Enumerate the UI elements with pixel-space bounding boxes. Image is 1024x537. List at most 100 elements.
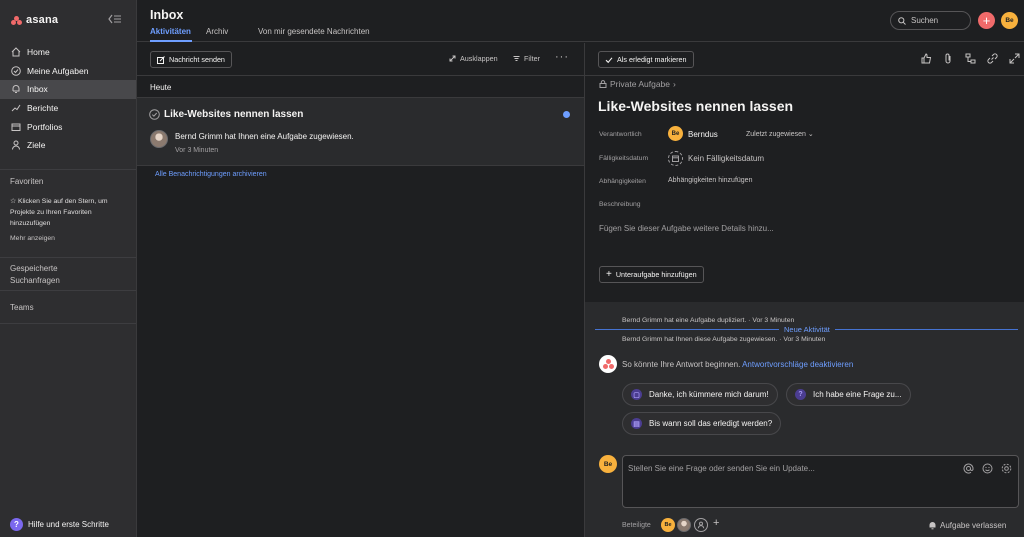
asana-logo[interactable]: asana	[11, 14, 58, 26]
app-root: asana Home Meine Aufgaben Inbox Berichte	[0, 0, 1024, 537]
lock-icon	[599, 80, 607, 88]
archive-all-link[interactable]: Alle Benachrichtigungen archivieren	[155, 171, 267, 178]
search-input[interactable]: Suchen	[890, 11, 971, 30]
filter-label: Filter	[524, 54, 540, 63]
subtask-icon[interactable]	[965, 53, 976, 64]
task-actions	[921, 53, 1020, 64]
page-title: Inbox	[150, 8, 184, 22]
mark-complete-label: Als erledigt markieren	[617, 55, 687, 64]
add-subtask-label: Unteraufgabe hinzufügen	[615, 270, 697, 279]
sidebar-divider	[0, 290, 136, 291]
sidebar-item-goals[interactable]: Ziele	[0, 136, 136, 155]
reply-suggestion-chip[interactable]: ▢ Danke, ich kümmere mich darum!	[622, 383, 778, 406]
search-placeholder: Suchen	[911, 16, 939, 25]
sidebar-item-reports[interactable]: Berichte	[0, 99, 136, 118]
sidebar-item-my-tasks[interactable]: Meine Aufgaben	[0, 62, 136, 81]
user-avatar[interactable]: Be	[1001, 12, 1018, 29]
quick-add-button[interactable]: +	[978, 12, 995, 29]
settings-icon[interactable]	[1001, 463, 1012, 474]
sidebar-nav: Home Meine Aufgaben Inbox Berichte Portf…	[0, 43, 136, 155]
chevron-down-icon: ⌄	[807, 131, 814, 138]
unread-indicator[interactable]	[563, 111, 570, 118]
recently-assigned-label: Zuletzt zugewiesen	[746, 131, 806, 138]
plus-icon[interactable]: +	[713, 517, 719, 529]
sidebar-item-label: Inbox	[27, 84, 48, 95]
disable-suggestions-link[interactable]: Antwortvorschläge deaktivieren	[742, 360, 853, 369]
sidebar-item-inbox[interactable]: Inbox	[0, 80, 136, 99]
add-dependencies-link[interactable]: Abhängigkeiten hinzufügen	[668, 177, 752, 184]
leave-task-button[interactable]: Aufgabe verlassen	[928, 521, 1006, 530]
activity-story: Bernd Grimm hat eine Aufgabe dupliziert.…	[622, 317, 795, 324]
reply-suggestion-chip[interactable]: ? Ich habe eine Frage zu...	[786, 383, 911, 406]
mark-complete-button[interactable]: Als erledigt markieren	[598, 51, 694, 68]
tab-sent-messages[interactable]: Von mir gesendete Nachrichten	[258, 27, 370, 36]
recently-assigned-dropdown[interactable]: Zuletzt zugewiesen ⌄	[746, 130, 814, 138]
privacy-breadcrumb[interactable]: Private Aufgabe ›	[599, 79, 676, 89]
send-message-button[interactable]: Nachricht senden	[150, 51, 232, 68]
tab-archive[interactable]: Archiv	[206, 27, 228, 36]
assignee-label: Verantwortlich	[599, 131, 642, 138]
link-icon[interactable]	[987, 53, 998, 64]
mention-icon[interactable]	[963, 463, 974, 474]
collaborator-avatar[interactable]: Be	[661, 518, 675, 532]
new-activity-label: Neue Aktivität	[779, 325, 835, 334]
show-more-link[interactable]: Mehr anzeigen	[10, 235, 55, 242]
more-options-icon[interactable]: ···	[555, 51, 569, 63]
thumbs-up-icon[interactable]	[921, 53, 932, 64]
assignee-name[interactable]: Berndus	[688, 130, 718, 139]
task-title[interactable]: Like-Websites nennen lassen	[598, 98, 793, 114]
saved-searches-link[interactable]: Gespeicherte Suchanfragen	[10, 263, 80, 287]
sidebar-item-label: Berichte	[27, 103, 59, 114]
add-subtask-button[interactable]: + Unteraufgabe hinzufügen	[599, 266, 704, 283]
sidebar-item-label: Portfolios	[27, 121, 63, 132]
notification-card[interactable]: Like-Websites nennen lassen Bernd Grimm …	[137, 97, 584, 166]
chip-label: Ich habe eine Frage zu...	[813, 390, 902, 399]
tab-activities[interactable]: Aktivitäten	[150, 27, 191, 36]
calendar-icon: ▤	[631, 418, 642, 429]
expand-button[interactable]: Ausklappen	[449, 54, 498, 63]
due-date-label: Fälligkeitsdatum	[599, 155, 649, 162]
notification-title[interactable]: Like-Websites nennen lassen	[164, 109, 303, 120]
sidebar-item-home[interactable]: Home	[0, 43, 136, 62]
suggestion-text: So könnte Ihre Antwort beginnen.	[622, 360, 741, 369]
help-label: Hilfe und erste Schritte	[28, 520, 109, 529]
person-icon	[11, 140, 21, 150]
due-date-value[interactable]: Kein Fälligkeitsdatum	[688, 154, 764, 163]
collapse-sidebar-icon[interactable]	[108, 14, 122, 24]
send-message-label: Nachricht senden	[169, 55, 225, 64]
favorites-title[interactable]: Favoriten	[10, 177, 43, 186]
help-button[interactable]: ? Hilfe und erste Schritte	[10, 518, 109, 531]
calendar-icon[interactable]	[668, 151, 683, 166]
collaborator-avatar[interactable]	[677, 518, 691, 532]
avatar	[150, 130, 168, 148]
logo-text: asana	[26, 14, 59, 26]
check-circle-icon[interactable]	[149, 109, 160, 120]
comment-placeholder: Stellen Sie eine Frage oder senden Sie e…	[628, 464, 815, 473]
sidebar-item-label: Ziele	[27, 140, 46, 151]
comment-input[interactable]: Stellen Sie eine Frage oder senden Sie e…	[622, 455, 1019, 508]
teams-title[interactable]: Teams	[10, 303, 34, 312]
question-icon: ?	[795, 389, 806, 400]
favorites-hint: ☆ Klicken Sie auf den Stern, um Projekte…	[10, 198, 108, 227]
emoji-icon[interactable]	[982, 463, 993, 474]
folder-icon	[11, 122, 21, 132]
active-tab-indicator	[150, 40, 192, 42]
check-circle-icon	[11, 66, 21, 76]
filter-button[interactable]: Filter	[513, 54, 540, 63]
asana-logo-icon	[599, 355, 617, 373]
reply-suggestion-chip[interactable]: ▤ Bis wann soll das erledigt werden?	[622, 412, 782, 435]
task-toolbar: Als erledigt markieren	[585, 43, 1024, 76]
privacy-label: Private Aufgabe	[610, 79, 671, 89]
expand-window-icon[interactable]	[1009, 53, 1020, 64]
question-icon: ?	[10, 518, 23, 531]
description-label: Beschreibung	[599, 201, 641, 208]
attachment-icon[interactable]	[943, 53, 954, 64]
expand-icon	[449, 55, 456, 62]
description-field[interactable]: Fügen Sie dieser Aufgabe weitere Details…	[599, 224, 774, 233]
sidebar-divider	[0, 169, 136, 170]
sidebar-item-portfolios[interactable]: Portfolios	[0, 117, 136, 136]
plus-icon: +	[606, 268, 612, 280]
assignee-avatar[interactable]: Be	[668, 126, 683, 141]
add-collaborator-icon[interactable]	[694, 518, 708, 532]
chip-label: Danke, ich kümmere mich darum!	[649, 390, 769, 399]
